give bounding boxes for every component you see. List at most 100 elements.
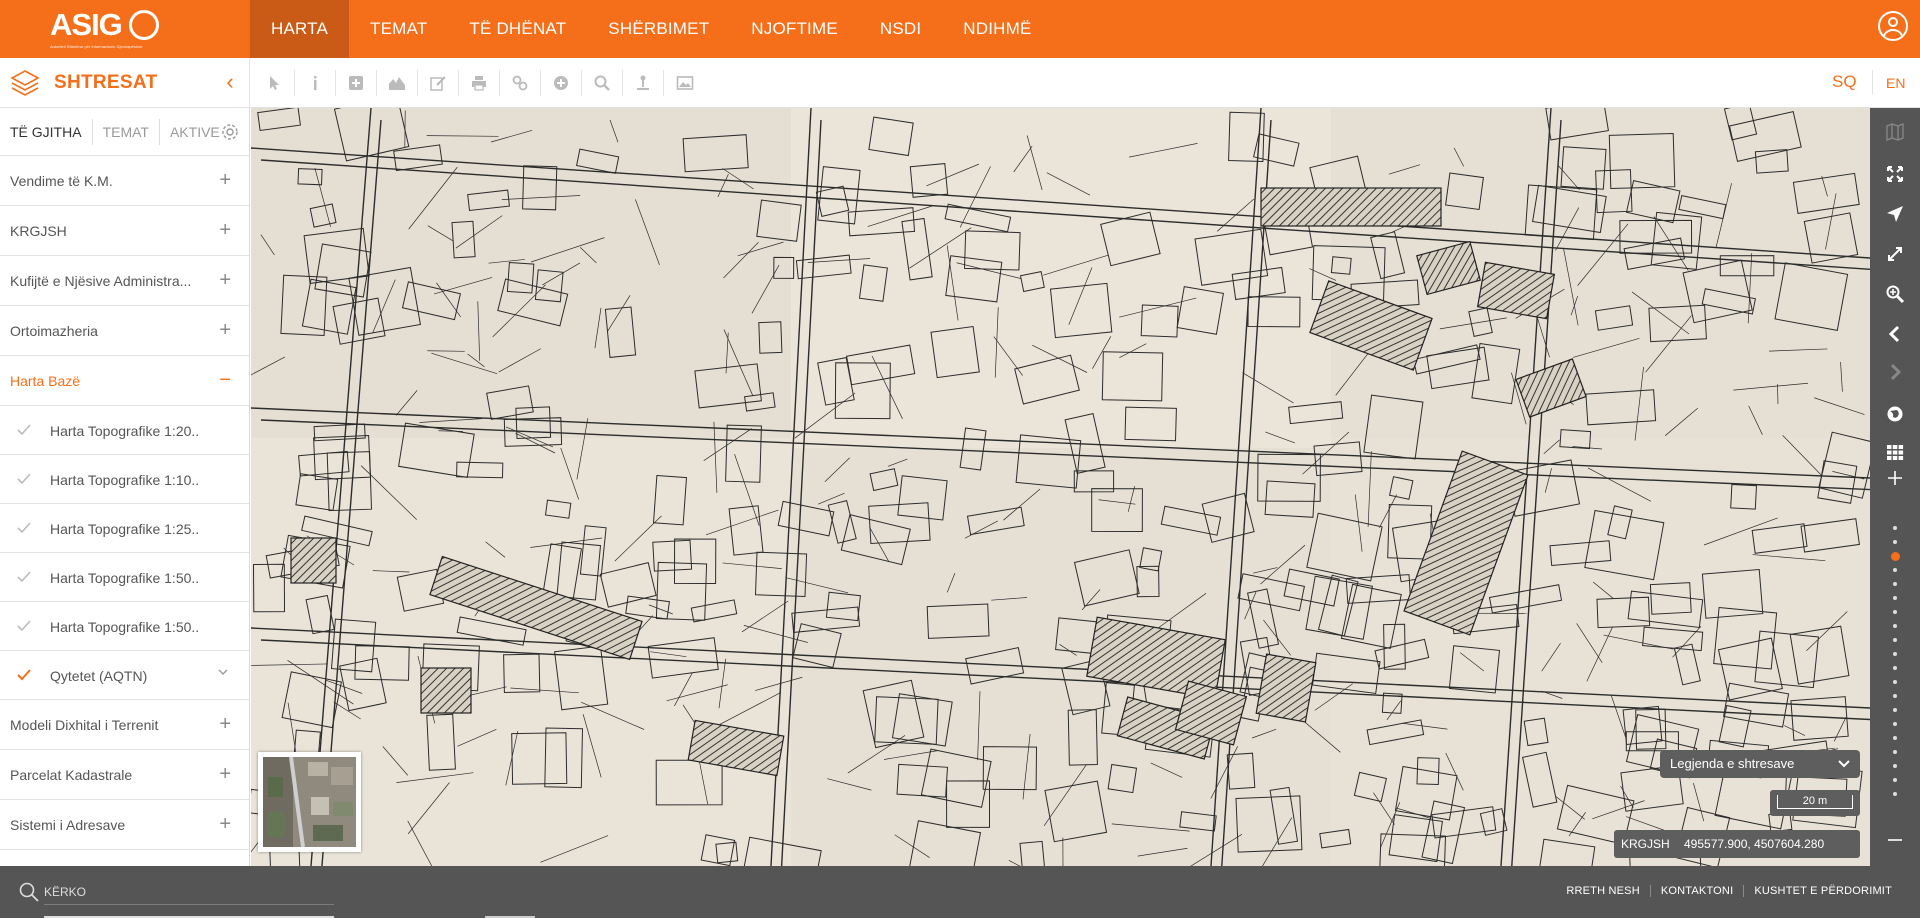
zoom-level-dot[interactable] [1893,624,1897,628]
layer-group[interactable]: Vendime të K.M. + [0,156,249,206]
globe-icon[interactable] [1879,400,1911,428]
add-circle-icon[interactable] [541,70,582,96]
forward-icon[interactable] [1879,358,1911,386]
zoom-level-dot[interactable] [1893,708,1897,712]
elevation-icon[interactable] [377,70,418,96]
geolocate-icon[interactable] [623,70,664,96]
sublayer-item[interactable]: Harta Topografike 1:50... [0,553,249,602]
nav-item-nsdi[interactable]: NSDI [859,0,942,58]
check-icon[interactable] [16,422,32,438]
check-icon[interactable] [16,520,32,536]
chevron-down-icon[interactable] [217,666,229,678]
nav-item-te-dhenat[interactable]: TË DHËNAT [448,0,587,58]
grid-icon[interactable] [1879,438,1911,466]
search-input[interactable] [44,879,334,905]
pointer-icon[interactable] [254,70,295,96]
zoom-level-dot[interactable] [1893,778,1897,782]
zoom-level-dot[interactable] [1893,610,1897,614]
zoom-level-dot[interactable] [1893,596,1897,600]
navigate-icon[interactable] [1879,200,1911,228]
zoom-level-dot[interactable] [1893,568,1897,572]
expand-icon[interactable]: + [219,168,231,192]
zoom-level-dot[interactable] [1893,792,1897,796]
zoom-level-dot[interactable] [1893,638,1897,642]
overview-minimap[interactable] [258,752,361,852]
nav-item-harta[interactable]: HARTA [250,0,350,58]
sublayer-item[interactable]: Harta Topografike 1:25... [0,504,249,553]
coordinate-value: 495577.900, 4507604.280 [1684,837,1825,851]
zoom-box-icon[interactable] [1879,280,1911,308]
layer-group-open[interactable]: Harta Bazë − [0,356,249,406]
user-icon[interactable] [1878,11,1908,41]
nav-item-temat[interactable]: TEMAT [349,0,448,58]
footer-link-about[interactable]: RRETH NESH [1556,885,1650,897]
zoom-level-dot[interactable] [1893,666,1897,670]
nav-item-njoftime[interactable]: NJOFTIME [730,0,859,58]
layer-group[interactable]: Sistemi i Adresave + [0,800,249,850]
add-box-icon[interactable] [336,70,377,96]
zoom-handle[interactable] [1891,552,1900,561]
asig-logo[interactable]: ASIG Autoriteti Shtetëror për Informacio… [50,8,160,52]
zoom-level-dot[interactable] [1893,582,1897,586]
check-icon[interactable] [16,569,32,585]
collapse-icon[interactable]: − [219,368,231,392]
zoom-out-icon[interactable] [1879,826,1911,854]
zoom-in-icon[interactable] [1879,464,1911,492]
layer-group[interactable]: Kufijtë e Njësive Administra... + [0,256,249,306]
fullscreen-icon[interactable] [1879,160,1911,188]
sublayer-item[interactable]: Harta Topografike 1:20... [0,406,249,455]
sublayer-item[interactable]: Harta Topografike 1:10... [0,455,249,504]
logo-ring-icon [129,10,159,40]
legend-button[interactable]: Legjenda e shtresave [1660,750,1860,778]
back-icon[interactable] [1879,320,1911,348]
info-icon[interactable] [295,70,336,96]
zoom-level-dot[interactable] [1893,526,1897,530]
nav-item-ndihme[interactable]: NDIHMË [942,0,1052,58]
zoom-level-dot[interactable] [1893,764,1897,768]
layer-group[interactable]: Parcelat Kadastrale + [0,750,249,800]
layer-group[interactable]: Modeli Dixhital i Terrenit + [0,700,249,750]
zoom-level-dot[interactable] [1893,540,1897,544]
image-icon[interactable] [664,70,705,96]
expand-icon[interactable]: + [219,712,231,736]
zoom-level-dot[interactable] [1893,652,1897,656]
language-sq[interactable]: SQ [1832,72,1857,92]
print-icon[interactable] [459,70,500,96]
zoom-level-dot[interactable] [1893,694,1897,698]
zoom-level-dot[interactable] [1893,736,1897,740]
zoom-level-dot[interactable] [1893,750,1897,754]
footer-link-terms[interactable]: KUSHTET E PËRDORIMIT [1743,885,1902,897]
sublayer-label: Harta Topografike 1:25... [50,521,200,537]
layer-group[interactable]: KRGJSH + [0,206,249,256]
language-en[interactable]: EN [1886,75,1905,91]
extent-icon[interactable] [1879,240,1911,268]
expand-icon[interactable]: + [219,268,231,292]
check-icon[interactable] [16,667,32,683]
map-canvas[interactable] [251,108,1870,866]
tab-temat[interactable]: TEMAT [93,118,160,145]
sublayer-item-active[interactable]: Qytetet (AQTN) [0,651,249,700]
search-icon[interactable] [18,881,40,903]
settings-icon[interactable] [219,121,241,143]
expand-icon[interactable]: + [219,218,231,242]
cadastral-map[interactable] [251,108,1870,866]
sublayer-label: Harta Topografike 1:20... [50,423,200,439]
expand-icon[interactable]: + [219,318,231,342]
chevron-left-icon[interactable]: ‹ [220,70,240,94]
expand-icon[interactable]: + [219,762,231,786]
nav-item-sherbimet[interactable]: SHËRBIMET [587,0,730,58]
zoom-level-dot[interactable] [1893,722,1897,726]
check-icon[interactable] [16,471,32,487]
footer-link-contact[interactable]: KONTAKTONI [1649,885,1744,897]
expand-icon[interactable]: + [219,812,231,836]
zoom-level-dot[interactable] [1893,680,1897,684]
search-icon[interactable] [582,70,623,96]
tab-te-gjitha[interactable]: TË GJITHA [0,118,93,145]
check-icon[interactable] [16,618,32,634]
link-icon[interactable] [500,70,541,96]
layer-group[interactable]: Ortoimazheria + [0,306,249,356]
edit-icon[interactable] [418,70,459,96]
layer-group-label: Modeli Dixhital i Terrenit [10,717,159,733]
basemap-icon[interactable] [1879,118,1911,146]
sublayer-item[interactable]: Harta Topografike 1:50... [0,602,249,651]
